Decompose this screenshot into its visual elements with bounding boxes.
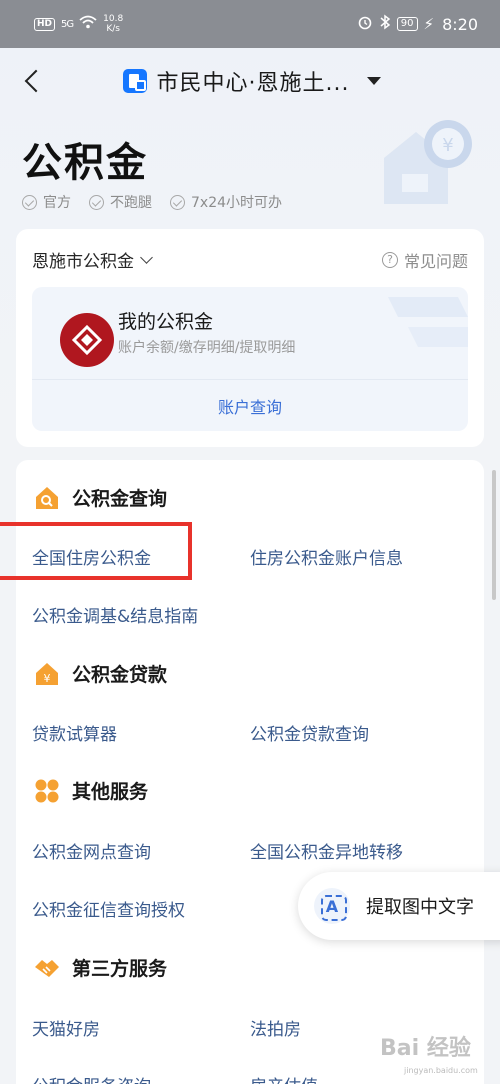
charging-icon: ⚡ xyxy=(423,15,435,33)
section-fund-loan: ¥ 公积金贷款 xyxy=(34,660,167,687)
back-button[interactable] xyxy=(18,64,48,98)
service-property-valuation[interactable]: 房产估值 xyxy=(250,1072,318,1084)
section-third-party: 第三方服务 xyxy=(34,954,167,981)
scrollbar[interactable] xyxy=(492,470,496,600)
extract-text-button[interactable]: A 提取图中文字 xyxy=(298,872,500,940)
faq-link[interactable]: ? 常见问题 xyxy=(381,248,468,272)
grid-dots-icon xyxy=(35,779,59,802)
page-title: 公积金 xyxy=(22,140,148,186)
bluetooth-icon xyxy=(379,14,391,34)
service-fund-adjust-guide[interactable]: 公积金调基&结息指南 xyxy=(32,602,198,627)
baidu-watermark-url: jingyan.baidu.com xyxy=(404,1066,478,1075)
service-fund-consult[interactable]: 公积金服务咨询 xyxy=(32,1072,151,1084)
nav-bar: 市民中心·恩施土... xyxy=(0,48,500,114)
house-search-icon xyxy=(36,486,58,509)
decorative-pattern-icon xyxy=(388,297,468,347)
service-tmall-house[interactable]: 天猫好房 xyxy=(32,1015,100,1040)
house-yuan-icon: ¥ xyxy=(36,662,58,685)
signal-icon: 5G xyxy=(61,18,74,30)
service-branch-query[interactable]: 公积金网点查询 xyxy=(32,838,151,863)
baidu-watermark-logo: Bai 经验 xyxy=(380,1036,471,1061)
service-fund-account-info[interactable]: 住房公积金账户信息 xyxy=(250,544,403,569)
section-other-services: 其他服务 xyxy=(34,777,148,804)
check-circle-icon xyxy=(22,194,37,210)
account-card: 恩施市公积金 ? 常见问题 我的公积金 账户余额/缴存明细/提取明细 账户查询 xyxy=(16,229,484,447)
battery-icon: 90 xyxy=(396,17,418,31)
city-switcher[interactable]: 市民中心·恩施土... xyxy=(122,65,382,97)
feature-tags: 官方 不跑腿 7x24小时可办 xyxy=(22,192,282,212)
network-speed: 10.8 K/s xyxy=(103,14,124,34)
tag-no-visit: 不跑腿 xyxy=(89,192,152,212)
back-arrow-icon xyxy=(24,69,48,93)
my-fund-card[interactable]: 我的公积金 账户余额/缴存明细/提取明细 账户查询 xyxy=(32,287,468,431)
citizen-center-logo-icon xyxy=(122,69,147,93)
status-bar: HD 5G 10.8 K/s 90 ⚡ 8:20 xyxy=(0,0,500,48)
my-fund-subtitle: 账户余额/缴存明细/提取明细 xyxy=(118,340,296,356)
service-loan-calculator[interactable]: 贷款试算器 xyxy=(32,720,117,745)
service-loan-query[interactable]: 公积金贷款查询 xyxy=(250,720,369,745)
service-remote-transfer[interactable]: 全国公积金异地转移 xyxy=(250,838,403,863)
check-circle-icon xyxy=(170,194,185,210)
svg-text:¥: ¥ xyxy=(442,135,453,156)
my-fund-title: 我的公积金 xyxy=(118,311,214,333)
clock: 8:20 xyxy=(442,14,478,34)
handshake-icon xyxy=(35,959,59,977)
hd-indicator: HD xyxy=(34,17,56,31)
chevron-down-icon xyxy=(140,250,153,264)
svg-text:¥: ¥ xyxy=(44,672,51,685)
highlight-annotation-box xyxy=(0,522,192,580)
wifi-icon xyxy=(79,15,97,33)
question-icon: ? xyxy=(381,251,398,268)
account-query-button[interactable]: 账户查询 xyxy=(32,379,468,431)
housing-fund-logo-icon xyxy=(60,313,114,367)
tag-24h: 7x24小时可办 xyxy=(170,192,282,212)
house-coin-illustration-icon: ¥ xyxy=(384,120,472,204)
service-auction-house[interactable]: 法拍房 xyxy=(250,1015,301,1040)
tag-official: 官方 xyxy=(22,192,71,212)
section-fund-query: 公积金查询 xyxy=(34,484,167,511)
nav-title: 市民中心·恩施土... xyxy=(156,71,350,96)
check-circle-icon xyxy=(89,194,104,210)
caret-down-icon xyxy=(367,77,382,85)
service-credit-authorization[interactable]: 公积金征信查询授权 xyxy=(32,896,185,921)
alarm-icon xyxy=(357,14,373,34)
region-selector[interactable]: 恩施市公积金 xyxy=(32,247,153,272)
text-recognition-icon: A xyxy=(314,888,350,924)
